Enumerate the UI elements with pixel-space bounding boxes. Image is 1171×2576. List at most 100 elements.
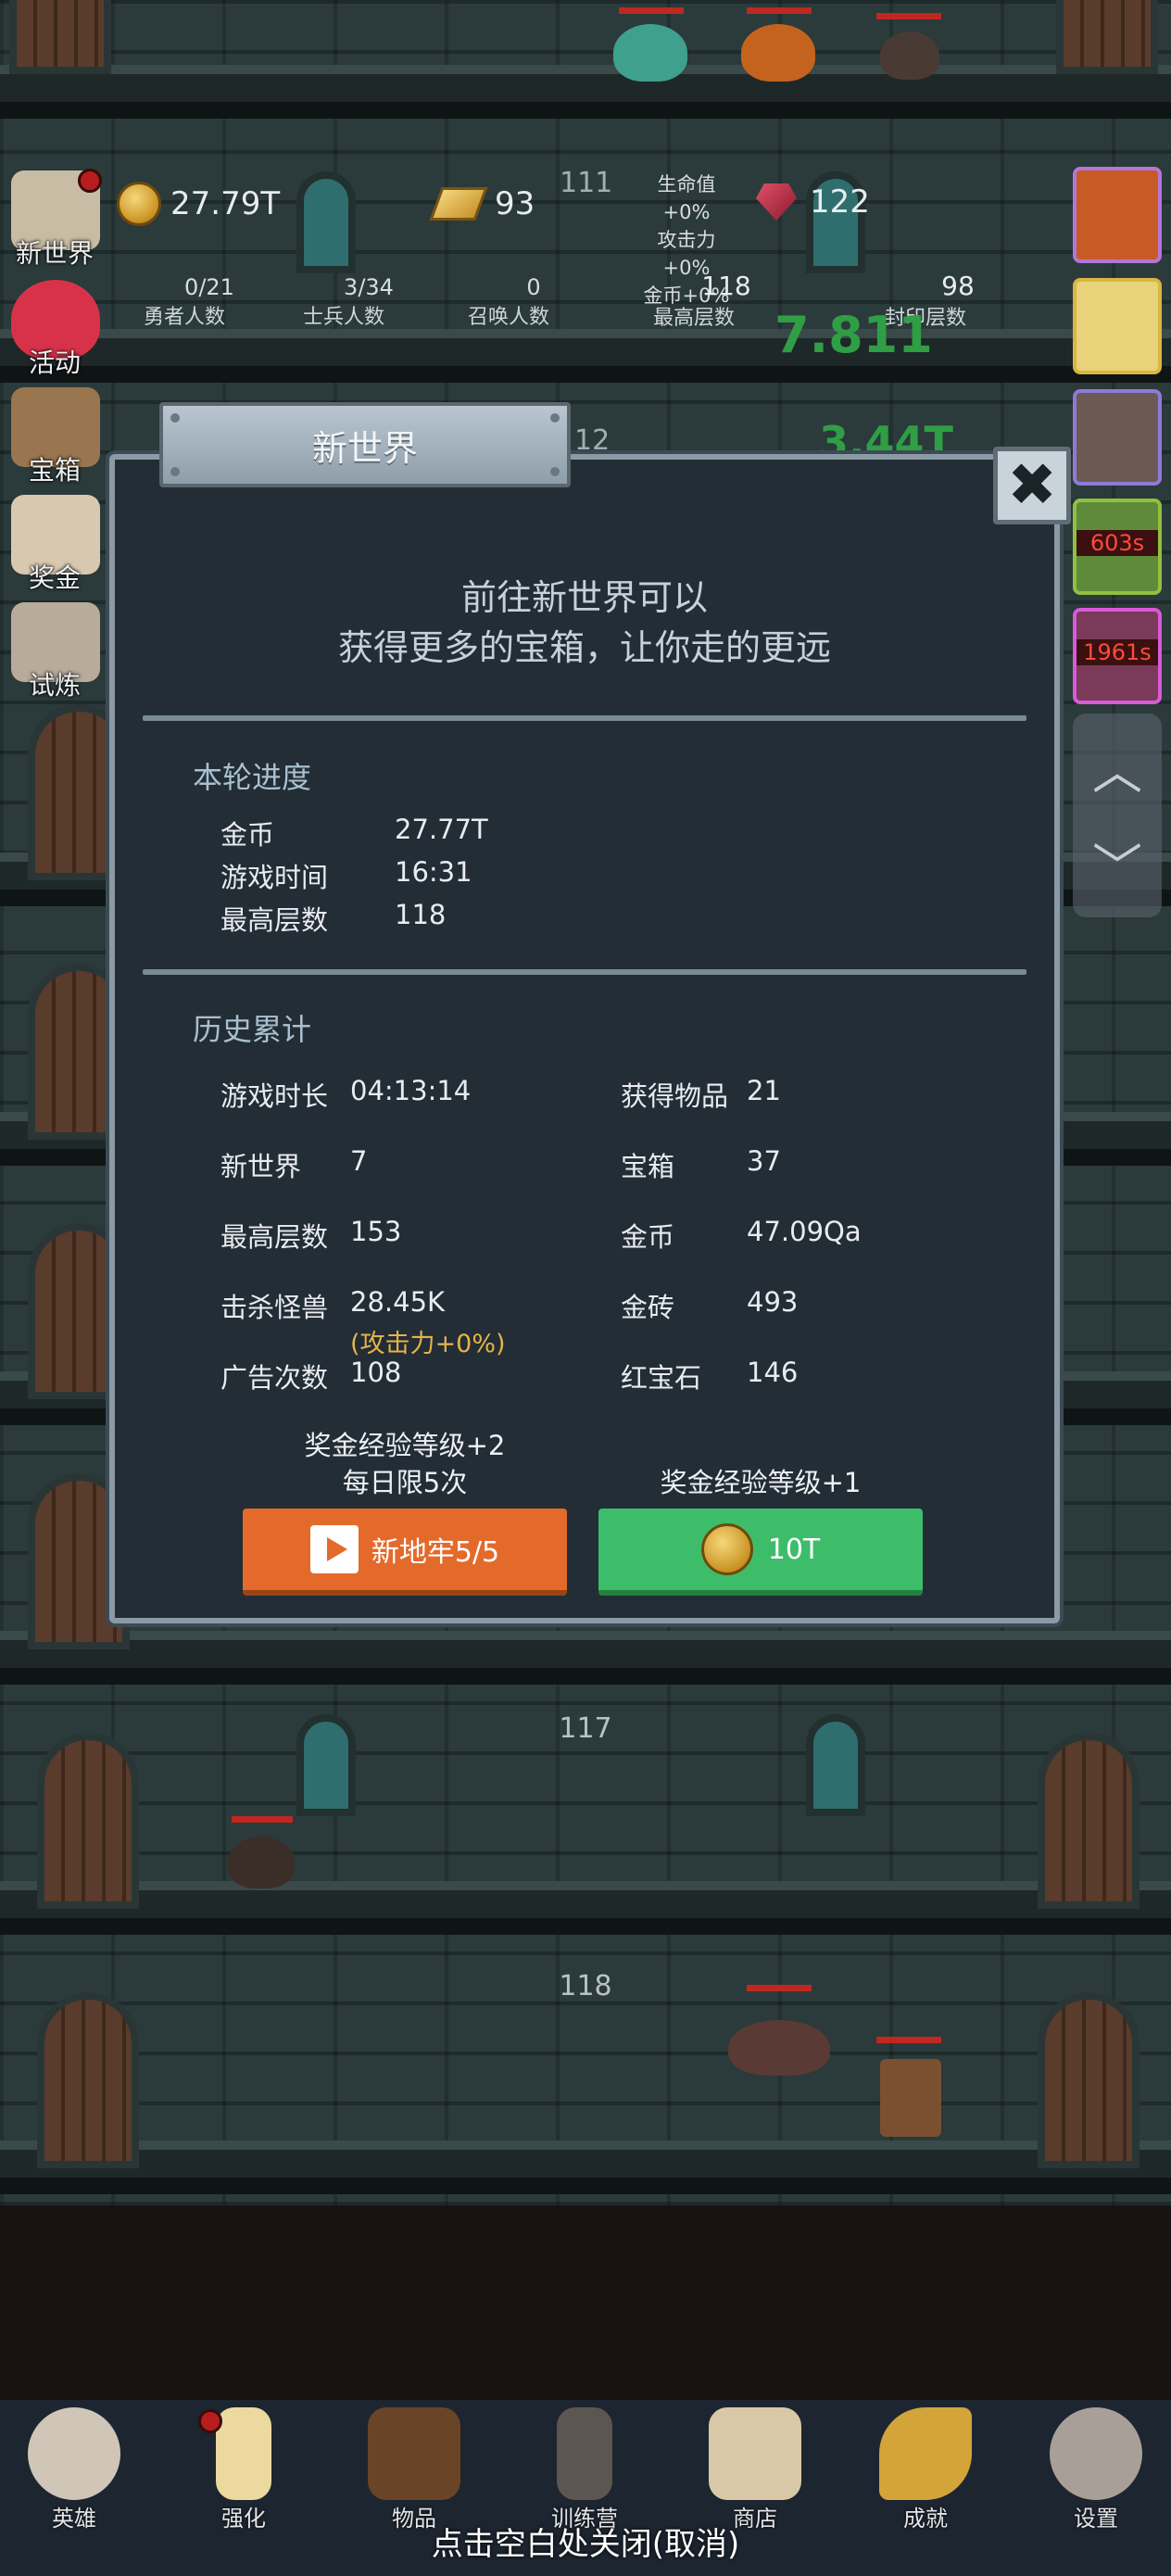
monster-hp-bar (619, 7, 684, 14)
rivet (550, 413, 560, 423)
stat-label: 游戏时间 (220, 862, 329, 893)
stat-label: 新世界 (220, 1151, 302, 1182)
new-world-dialog: 前往新世界可以 获得更多的宝箱，让你走的更远 本轮进度 金币 27.77T 游戏… (109, 454, 1060, 1623)
floor-ledge (0, 329, 1171, 383)
kill-bonus-note: (攻击力+0%) (350, 1330, 506, 1358)
floor-number: 118 (559, 1970, 612, 2002)
right-button-scroll[interactable] (1073, 389, 1162, 486)
floor-ledge (0, 2140, 1171, 2194)
ruby-counter: 122 (756, 183, 870, 221)
divider (143, 715, 1026, 721)
right-button-candle[interactable] (1073, 278, 1162, 374)
treasure-chest-monster[interactable] (880, 2059, 941, 2137)
stat-label: 最高层数 (220, 904, 329, 936)
bg-floor-number: 12 (574, 424, 611, 457)
slime-monster[interactable] (741, 24, 815, 82)
ad-button-label: 新地牢5/5 (371, 1536, 500, 1569)
spider-monster[interactable] (880, 32, 939, 80)
dungeon-door (9, 0, 111, 74)
slime-monster[interactable] (613, 24, 687, 82)
nav-shop[interactable]: 商店 (686, 2404, 825, 2533)
dungeon-door (1038, 1733, 1140, 1909)
right-button-pumpkin[interactable] (1073, 167, 1162, 263)
dungeon-door (1038, 1992, 1140, 2168)
close-hint-text[interactable]: 点击空白处关闭(取消) (0, 2519, 1171, 2564)
side-button-bonus[interactable]: 奖金 (4, 491, 106, 595)
side-button-trial[interactable]: 试炼 (4, 599, 106, 702)
scroll-up-icon[interactable]: ︿ (1073, 730, 1162, 803)
skull-icon (28, 2407, 120, 2500)
scroll-control: ︿ ﹀ (1073, 713, 1162, 917)
rivet (550, 467, 560, 476)
ad-caption-line2: 每日限5次 (342, 1467, 468, 1498)
gear-icon (1050, 2407, 1142, 2500)
bg-floor-number: 111 (560, 167, 613, 199)
new-dungeon-ad-button[interactable]: 新地牢5/5 (243, 1509, 567, 1596)
stat-value: 118 (395, 899, 447, 930)
damage-float-text: 7.811 (774, 306, 933, 364)
max-floor-value: 118 (701, 271, 751, 301)
side-button-chest[interactable]: 宝箱 (4, 384, 106, 487)
current-progress-title: 本轮进度 (193, 760, 312, 795)
nav-settings[interactable]: 设置 (1026, 2404, 1165, 2533)
gold-bar-counter: 93 (429, 185, 535, 222)
candle-icon (216, 2407, 271, 2500)
sealed-value: 98 (941, 271, 975, 301)
stat-value: 04:13:14 (350, 1075, 472, 1106)
lantern-icon (557, 2407, 612, 2500)
dungeon-door (37, 1992, 139, 2168)
coin-icon (117, 182, 161, 226)
right-button-timer[interactable]: 1961s (1073, 608, 1162, 704)
nav-items[interactable]: 物品 (345, 2404, 484, 2533)
soldiers-value: 3/34 (344, 274, 394, 300)
summons-value: 0 (526, 274, 541, 300)
ad-button-caption: 奖金经验等级+2 每日限5次 (243, 1427, 567, 1501)
monster-hp-bar (876, 13, 941, 19)
max-floor-label: 最高层数 (652, 307, 735, 330)
rivet (170, 467, 180, 476)
floor-ledge (0, 1881, 1171, 1935)
ruby-value: 122 (810, 183, 870, 221)
side-button-label: 试炼 (28, 670, 81, 701)
notification-dot (78, 169, 102, 193)
heroes-value: 0/21 (184, 274, 234, 300)
notification-dot (198, 2409, 222, 2433)
stat-label: 红宝石 (621, 1362, 702, 1394)
side-button-label: 新世界 (15, 238, 94, 269)
key-icon (879, 2407, 972, 2500)
stat-value: 28.45K (350, 1286, 446, 1318)
side-button-label: 活动 (28, 347, 81, 378)
nav-achievements[interactable]: 成就 (856, 2404, 995, 2533)
stat-value: 21 (747, 1075, 781, 1106)
soldiers-count: 3/34 士兵人数 (274, 274, 413, 330)
stat-label: 宝箱 (621, 1151, 675, 1182)
gold-counter: 27.79T (117, 182, 280, 226)
gold-bar-value: 93 (495, 185, 535, 222)
soldiers-label: 士兵人数 (302, 306, 384, 329)
nav-training-camp[interactable]: 训练营 (515, 2404, 654, 2533)
stat-label: 广告次数 (220, 1362, 329, 1394)
gold-value: 27.79T (170, 185, 281, 222)
bonus-hp: 生命值+0% (657, 173, 716, 223)
gold-purchase-button[interactable]: 10T (598, 1509, 923, 1596)
scroll-down-icon[interactable]: ﹀ (1073, 827, 1162, 900)
stat-value: 37 (747, 1145, 781, 1177)
floor-ledge (0, 65, 1171, 119)
stat-value: 493 (747, 1286, 799, 1318)
dungeon-door (1056, 0, 1158, 74)
empty-space (0, 2205, 1171, 2400)
monster-hp-bar (747, 1985, 812, 1991)
spider-monster[interactable] (228, 1837, 295, 1888)
stat-label: 金币 (220, 819, 275, 851)
right-button-timer[interactable]: 603s (1073, 499, 1162, 595)
close-button[interactable]: ✖ (993, 447, 1071, 524)
timer-text: 1961s (1077, 639, 1158, 665)
summons-label: 召唤人数 (467, 306, 549, 329)
nav-heroes[interactable]: 英雄 (5, 2404, 144, 2533)
nav-upgrade[interactable]: 强化 (174, 2404, 313, 2533)
max-floor-stat: 118 最高层数 (615, 271, 773, 331)
stat-value: 7 (350, 1145, 368, 1177)
side-button-events[interactable]: 活动 (4, 276, 106, 380)
bat-monster[interactable] (728, 2020, 830, 2076)
gold-bar-icon (429, 187, 488, 221)
